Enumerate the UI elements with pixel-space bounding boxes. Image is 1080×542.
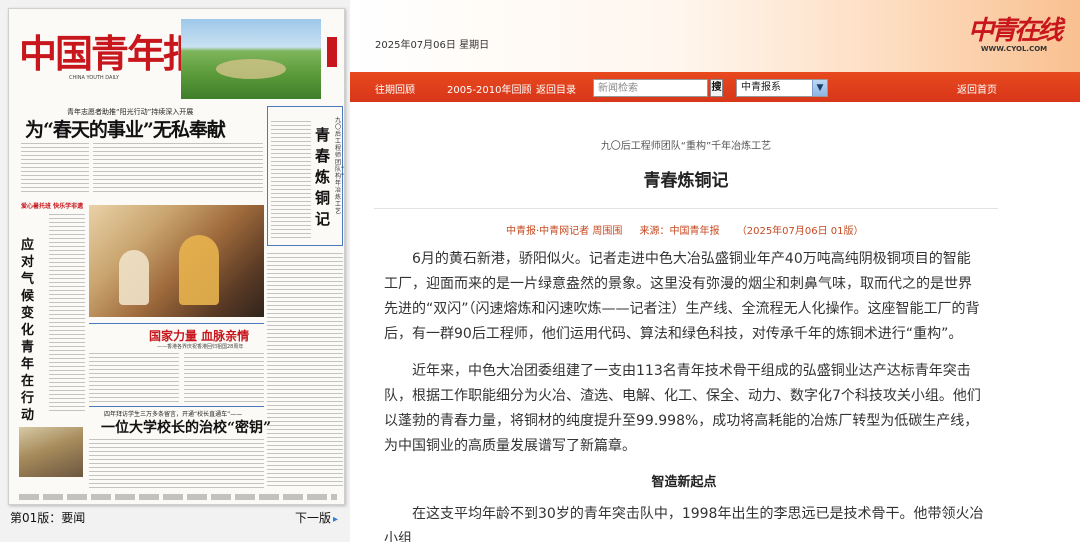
newspaper-page-image[interactable]: 中国青年报 CHINA YOUTH DAILY 青年志愿者助推“阳光行动”持续深… bbox=[8, 8, 345, 505]
article: 九〇后工程师团队“重构”千年冶炼工艺 青春炼铜记 中青报·中青网记者 周围围 来… bbox=[374, 102, 998, 542]
next-arrow-icon: ▸ bbox=[332, 514, 338, 525]
nav-bar: 往期回顾 2005-2010年回顾 返回目录 搜 中青报系 ▼ 返回首页 bbox=[350, 72, 1080, 102]
nav-archive-review[interactable]: 2005-2010年回顾 bbox=[447, 81, 532, 96]
brand-logo[interactable]: 中青在线 WWW.CYOL.COM bbox=[967, 10, 1063, 53]
article-paragraph: 6月的黄石新港，骄阳似火。记者走进中色大冶弘盛铜业年产40万吨高纯阴极铜项目的智… bbox=[384, 251, 980, 342]
site-header: 2025年07月06日 星期日 中青在线 WWW.CYOL.COM 往期回顾 2… bbox=[350, 0, 1080, 102]
newspaper-text-block bbox=[184, 353, 264, 403]
brand-logo-mark: 中青在线 bbox=[967, 16, 1063, 46]
newspaper-text-block bbox=[89, 353, 179, 403]
newspaper-side-vertical-title: 应对气候变化 青年在行动 bbox=[21, 238, 35, 423]
article-byline: 中青报·中青网记者 周围围 来源：中国青年报 （2025年07月06日 01版） bbox=[506, 222, 878, 237]
newspaper-text-block bbox=[21, 143, 89, 195]
paper-select[interactable]: 中青报系 ▼ bbox=[736, 79, 828, 97]
issue-date: 2025年07月06日 星期日 bbox=[375, 40, 490, 51]
newspaper-divider bbox=[89, 323, 264, 324]
nav-back-home[interactable]: 返回首页 bbox=[957, 81, 997, 96]
article-title: 青春炼铜记 bbox=[643, 171, 729, 191]
next-page-label: 下一版 bbox=[294, 511, 331, 525]
newspaper-text-block bbox=[271, 121, 311, 241]
newspaper-text-block bbox=[267, 253, 343, 488]
paper-select-value: 中青报系 bbox=[741, 82, 781, 93]
title-divider bbox=[374, 208, 998, 209]
article-edition: （2025年07月06日 01版） bbox=[736, 226, 864, 237]
header-banner: 2025年07月06日 星期日 中青在线 WWW.CYOL.COM bbox=[350, 0, 1080, 72]
nav-back-to-index[interactable]: 返回目录 bbox=[536, 81, 576, 96]
page-label: 第01版：要闻 bbox=[10, 511, 86, 525]
newspaper-corner-logo bbox=[327, 37, 337, 67]
newspaper-photo-children bbox=[89, 205, 264, 317]
search-button[interactable]: 搜 bbox=[710, 79, 723, 97]
newspaper-feature-vertical-title: 青春炼铜记 bbox=[315, 126, 331, 228]
article-paragraph: 近年来，中色大冶团委组建了一支由113名青年技术骨干组成的弘盛铜业达产达标青年突… bbox=[384, 363, 981, 454]
newspaper-masthead: 中国青年报 bbox=[19, 31, 201, 76]
newspaper-photo-grassland bbox=[181, 19, 321, 99]
article-section-heading: 智造新起点 bbox=[651, 475, 717, 490]
newspaper-headline: 为“春天的事业”无私奉献 bbox=[25, 119, 226, 141]
newspaper-red-tag: 爱心暑托班 快乐学非遗 bbox=[21, 203, 84, 210]
newspaper-photo-bottom bbox=[19, 427, 83, 477]
newspaper-text-block bbox=[89, 439, 264, 489]
newspaper-mid-sub: ——香港各界庆祝香港回归祖国28周年 bbox=[157, 344, 244, 350]
newspaper-text-block bbox=[49, 214, 85, 414]
newspaper-pane: 中国青年报 CHINA YOUTH DAILY 青年志愿者助推“阳光行动”持续深… bbox=[0, 0, 350, 542]
next-page-link[interactable]: 下一版 ▸ bbox=[295, 509, 338, 526]
newspaper-mid-headline: 国家力量 血脉亲情 bbox=[149, 329, 250, 343]
newspaper-headline-2: 一位大学校长的治校“密钥” bbox=[101, 420, 272, 436]
nav-past-review[interactable]: 往期回顾 bbox=[375, 81, 415, 96]
newspaper-divider bbox=[89, 406, 264, 407]
newspaper-text-block bbox=[93, 143, 263, 195]
brand-url: WWW.CYOL.COM bbox=[980, 45, 1048, 53]
chevron-down-icon: ▼ bbox=[812, 80, 827, 96]
newspaper-masthead-sub: CHINA YOUTH DAILY bbox=[69, 75, 120, 81]
article-body: 6月的黄石新港，骄阳似火。记者走进中色大冶弘盛铜业年产40万吨高纯阴极铜项目的智… bbox=[384, 247, 984, 542]
newspaper-feature-vertical-sub: 九〇后工程师团队“重构”千年冶炼工艺 bbox=[335, 117, 345, 215]
article-subtitle: 九〇后工程师团队“重构”千年冶炼工艺 bbox=[600, 141, 772, 152]
newspaper-footer-strip bbox=[19, 494, 337, 500]
article-paragraph: 在这支平均年龄不到30岁的青年突击队中，1998年出生的李思远已是技术骨干。他带… bbox=[384, 506, 984, 542]
search-input[interactable] bbox=[593, 79, 708, 97]
article-author: 中青报·中青网记者 周围围 bbox=[506, 226, 623, 237]
article-source: 来源：中国青年报 bbox=[639, 226, 720, 237]
